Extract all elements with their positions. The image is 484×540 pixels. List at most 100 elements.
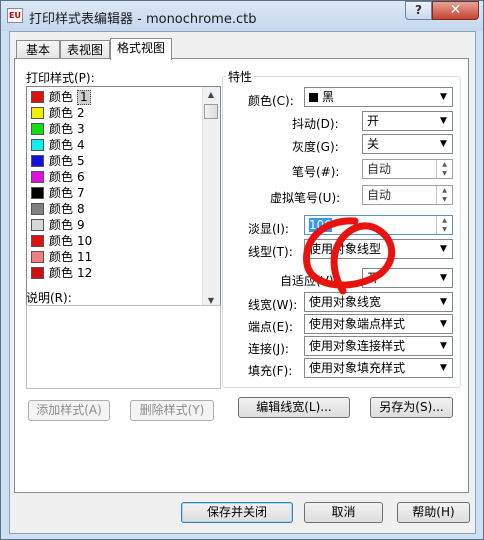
screening-spinner[interactable]: 100 ▲ ▼ <box>304 215 453 235</box>
color-swatch-icon <box>31 123 44 135</box>
list-item[interactable]: 颜色 4 <box>29 137 201 153</box>
list-item[interactable]: 颜色 3 <box>29 121 201 137</box>
list-item[interactable]: 颜色 6 <box>29 169 201 185</box>
virtual-pen-spin-buttons[interactable]: ▲ ▼ <box>436 186 452 204</box>
grayscale-dropdown[interactable]: 关 ▼ <box>362 134 453 154</box>
color-swatch-icon <box>31 187 44 199</box>
list-item[interactable]: 颜色 10 <box>29 233 201 249</box>
spin-down-icon[interactable]: ▼ <box>437 225 452 234</box>
screening-spin-buttons[interactable]: ▲ ▼ <box>436 216 452 234</box>
cancel-button[interactable]: 取消 <box>304 502 383 523</box>
joinstyle-value: 使用对象连接样式 <box>309 339 406 353</box>
adaptive-label: 自适应(V): <box>280 274 338 288</box>
endstyle-value: 使用对象端点样式 <box>309 317 406 331</box>
color-swatch-icon <box>31 91 44 103</box>
list-item[interactable]: 颜色 2 <box>29 105 201 121</box>
chevron-down-icon: ▼ <box>440 139 447 149</box>
help-title-button[interactable]: ? <box>405 1 432 20</box>
list-item[interactable]: 颜色 11 <box>29 249 201 265</box>
list-item[interactable]: 颜色 9 <box>29 217 201 233</box>
list-item[interactable]: 颜色 5 <box>29 153 201 169</box>
chevron-down-icon: ▼ <box>440 92 447 102</box>
style-number: 5 <box>77 154 85 168</box>
scroll-up-icon[interactable]: ▲ <box>203 87 219 103</box>
lineweight-value: 使用对象线宽 <box>309 295 382 309</box>
style-name: 颜色 <box>49 266 74 280</box>
help-button[interactable]: 帮助(H) <box>397 502 470 523</box>
lineweight-label: 线宽(W): <box>248 298 298 312</box>
spin-down-icon[interactable]: ▼ <box>437 169 452 178</box>
fillstyle-value: 使用对象填充样式 <box>309 361 406 375</box>
style-number: 9 <box>77 218 85 232</box>
delete-style-button[interactable]: 删除样式(Y) <box>130 400 214 421</box>
style-number: 11 <box>77 250 93 264</box>
print-styles-list[interactable]: ▲ ▼ 颜色 1 颜色 2 颜色 3 颜色 4 颜色 5 颜色 6 颜色 7 颜色 8 颜色 9 颜色 10 颜色 11 颜… <box>26 86 221 310</box>
dialog-client: 基本 表视图 格式视图 打印样式(P): ▲ ▼ 颜色 1 颜色 2 颜色 3 颜色 4 颜色 5… <box>9 31 476 534</box>
color-swatch-icon <box>31 267 44 279</box>
style-name: 颜色 <box>49 234 74 248</box>
virtual-pen-spinner[interactable]: 自动 ▲ ▼ <box>362 185 453 205</box>
screening-label: 淡显(I): <box>248 222 289 236</box>
list-item[interactable]: 颜色 8 <box>29 201 201 217</box>
description-label: 说明(R): <box>26 291 72 305</box>
style-name: 颜色 <box>49 122 74 136</box>
tab-form-view[interactable]: 格式视图 <box>110 38 172 60</box>
style-name: 颜色 <box>49 202 74 216</box>
spin-down-icon[interactable]: ▼ <box>437 195 452 204</box>
chevron-down-icon: ▼ <box>440 297 447 307</box>
chevron-down-icon: ▼ <box>440 244 447 254</box>
color-swatch-icon <box>31 251 44 263</box>
pen-number-spinner[interactable]: 自动 ▲ ▼ <box>362 159 453 179</box>
edit-lineweights-button[interactable]: 编辑线宽(L)... <box>238 397 350 418</box>
title-bar[interactable]: EU 打印样式表编辑器 - monochrome.ctb ? ✕ <box>1 1 483 31</box>
fillstyle-dropdown[interactable]: 使用对象填充样式 ▼ <box>304 358 453 378</box>
description-textarea[interactable] <box>26 305 221 389</box>
style-number: 2 <box>77 106 85 120</box>
endstyle-dropdown[interactable]: 使用对象端点样式 ▼ <box>304 314 453 334</box>
black-swatch-icon <box>309 93 318 102</box>
lineweight-dropdown[interactable]: 使用对象线宽 ▼ <box>304 292 453 312</box>
grayscale-label: 灰度(G): <box>292 140 339 154</box>
style-number: 4 <box>77 138 85 152</box>
style-number: 6 <box>77 170 85 184</box>
pen-number-value: 自动 <box>367 162 392 176</box>
tab-general[interactable]: 基本 <box>16 40 60 60</box>
dither-value: 开 <box>367 114 380 128</box>
pen-number-label: 笔号(#): <box>292 165 340 179</box>
linetype-dropdown[interactable]: 使用对象线型 ▼ <box>304 239 453 259</box>
virtual-pen-value: 自动 <box>367 188 392 202</box>
style-number: 3 <box>77 122 85 136</box>
save-and-close-button[interactable]: 保存并关闭 <box>181 502 293 523</box>
color-swatch-icon <box>31 155 44 167</box>
list-item[interactable]: 颜色 12 <box>29 265 201 281</box>
list-item[interactable]: 颜色 7 <box>29 185 201 201</box>
spin-up-icon[interactable]: ▲ <box>437 186 452 195</box>
fillstyle-label: 填充(F): <box>248 364 293 378</box>
style-name: 颜色 <box>49 154 74 168</box>
chevron-down-icon: ▼ <box>440 363 447 373</box>
color-swatch-icon <box>31 139 44 151</box>
style-name: 颜色 <box>49 218 74 232</box>
color-dropdown[interactable]: 黑 ▼ <box>304 87 453 107</box>
save-as-button[interactable]: 另存为(S)... <box>370 397 453 418</box>
color-value: 黑 <box>322 90 335 104</box>
chevron-down-icon: ▼ <box>440 341 447 351</box>
virtual-pen-label: 虚拟笔号(U): <box>270 191 341 205</box>
color-label: 颜色(C): <box>248 94 294 108</box>
styles-scrollbar[interactable]: ▲ ▼ <box>202 87 220 309</box>
joinstyle-dropdown[interactable]: 使用对象连接样式 ▼ <box>304 336 453 356</box>
spin-up-icon[interactable]: ▲ <box>437 216 452 225</box>
spin-up-icon[interactable]: ▲ <box>437 160 452 169</box>
pen-number-spin-buttons[interactable]: ▲ ▼ <box>436 160 452 178</box>
add-style-button[interactable]: 添加样式(A) <box>28 400 110 421</box>
tab-table-view[interactable]: 表视图 <box>60 40 110 60</box>
adaptive-dropdown[interactable]: 开 ▼ <box>362 268 453 288</box>
form-view-panel: 打印样式(P): ▲ ▼ 颜色 1 颜色 2 颜色 3 颜色 4 颜色 5 颜色 6 颜色 7 颜色 8 颜色 9… <box>14 58 469 493</box>
endstyle-label: 端点(E): <box>248 320 293 334</box>
dither-dropdown[interactable]: 开 ▼ <box>362 111 453 131</box>
style-name: 颜色 <box>49 90 74 104</box>
grayscale-value: 关 <box>367 137 380 151</box>
list-item[interactable]: 颜色 1 <box>29 89 201 105</box>
scroll-thumb[interactable] <box>204 104 218 119</box>
close-button[interactable]: ✕ <box>432 1 479 20</box>
